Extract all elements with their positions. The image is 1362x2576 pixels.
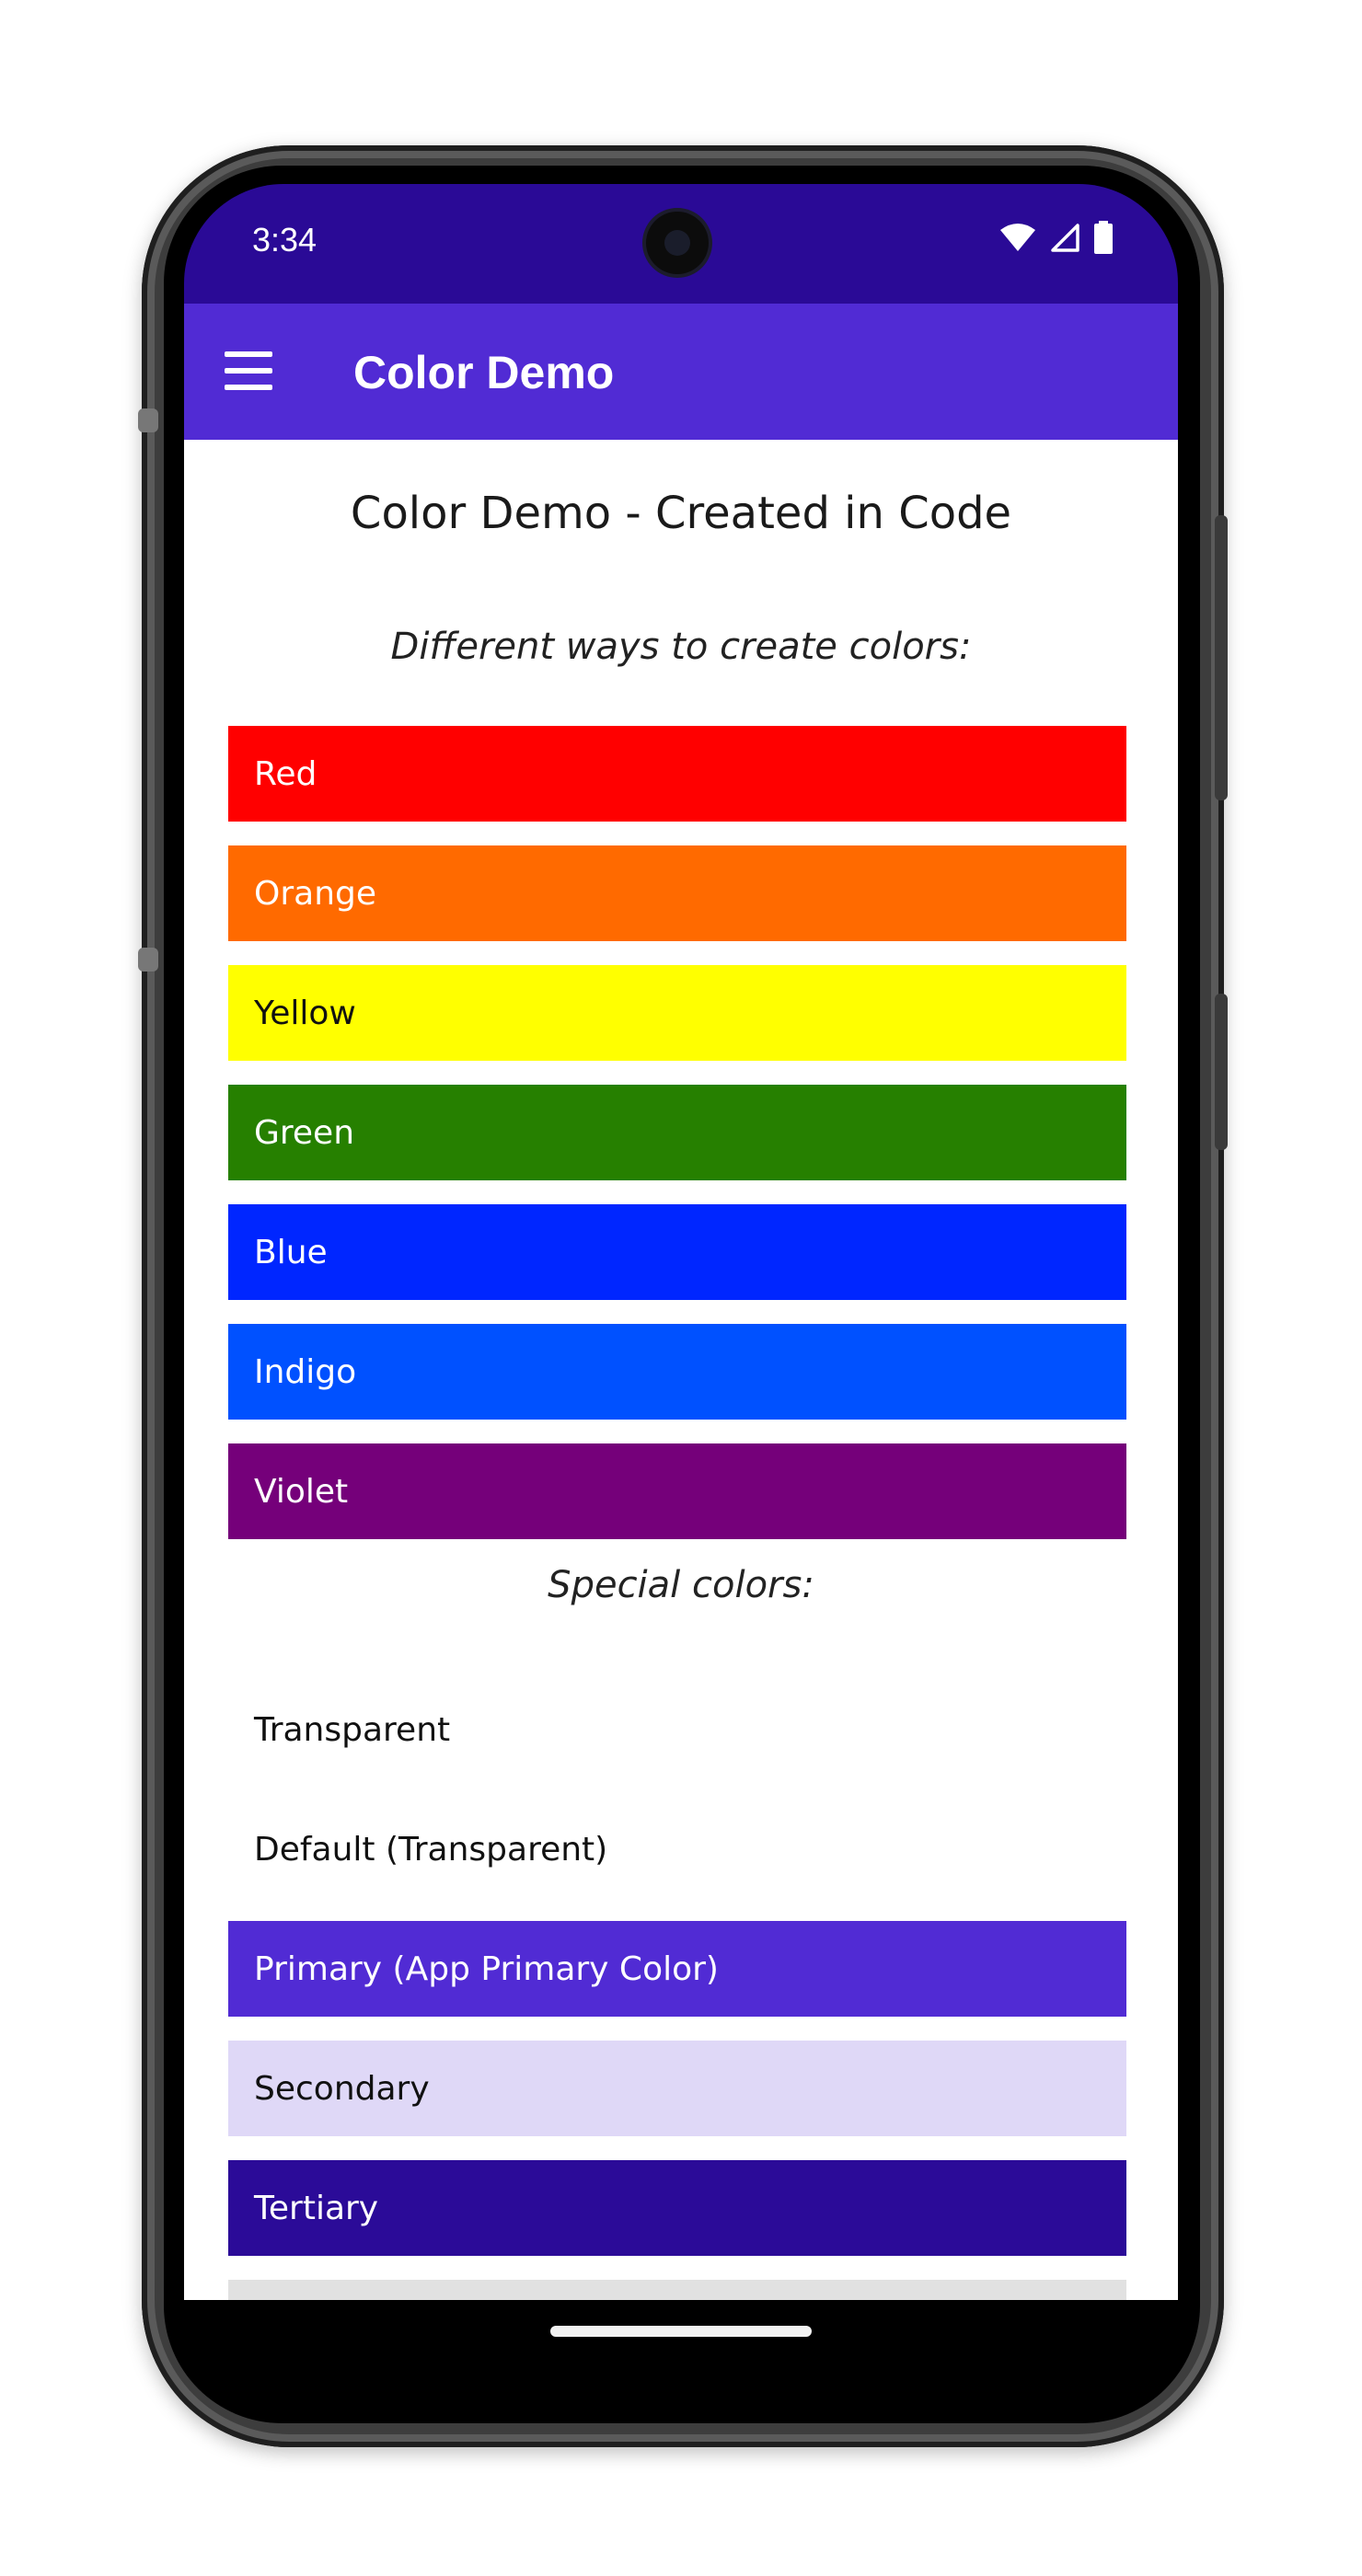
screen-frame: 3:34 Color Demo Color Demo - Created in … bbox=[164, 166, 1200, 2423]
section-heading-special: Special colors: bbox=[548, 1564, 814, 1606]
home-gesture-bar[interactable] bbox=[550, 2326, 812, 2337]
menu-icon[interactable] bbox=[225, 351, 272, 392]
status-time: 3:34 bbox=[252, 221, 317, 259]
swatch-green: Green bbox=[228, 1085, 1126, 1180]
swatch-label: Tertiary bbox=[254, 2189, 379, 2227]
left-side-marker-bottom bbox=[138, 948, 158, 972]
front-camera bbox=[646, 212, 709, 274]
swatch-indigo: Indigo bbox=[228, 1324, 1126, 1420]
swatch-label: Violet bbox=[254, 1472, 349, 1511]
left-side-marker-top bbox=[138, 408, 158, 432]
status-bar: 3:34 bbox=[184, 184, 1178, 304]
status-icons bbox=[999, 221, 1114, 254]
special-swatch-secondary: Secondary bbox=[228, 2041, 1126, 2136]
swatch-red: Red bbox=[228, 726, 1126, 822]
swatch-violet: Violet bbox=[228, 1443, 1126, 1539]
navigation-bar bbox=[184, 2300, 1178, 2401]
section-heading-ways: Different ways to create colors: bbox=[390, 626, 972, 668]
swatch-label: Green bbox=[254, 1113, 355, 1152]
swatch-label: Yellow bbox=[254, 994, 356, 1032]
app-bar: Color Demo bbox=[184, 304, 1178, 440]
page-title: Color Demo - Created in Code bbox=[350, 488, 1012, 539]
swatch-label: Orange bbox=[254, 874, 377, 913]
page-content[interactable]: Color Demo - Created in Code Different w… bbox=[184, 440, 1178, 2300]
swatch-label: Blue bbox=[254, 1233, 328, 1271]
screen: 3:34 Color Demo Color Demo - Created in … bbox=[184, 184, 1178, 2401]
swatch-label: Red bbox=[254, 754, 317, 793]
swatch-blue: Blue bbox=[228, 1204, 1126, 1300]
swatch-yellow: Yellow bbox=[228, 965, 1126, 1061]
signal-icon bbox=[1051, 224, 1079, 252]
volume-button bbox=[1215, 994, 1228, 1150]
swatch-orange: Orange bbox=[228, 845, 1126, 941]
power-button bbox=[1215, 515, 1228, 800]
swatch-label: Indigo bbox=[254, 1352, 357, 1391]
special-swatch-tertiary: Tertiary bbox=[228, 2160, 1126, 2256]
special-swatch-default-transparent: Default (Transparent) bbox=[228, 1801, 1126, 1897]
wifi-icon bbox=[1000, 224, 1035, 251]
special-swatch-transparent: Transparent bbox=[228, 1682, 1126, 1777]
special-swatch-primary-app-primary-color: Primary (App Primary Color) bbox=[228, 1921, 1126, 2017]
battery-icon bbox=[1094, 221, 1113, 254]
swatch-label: Secondary bbox=[254, 2069, 430, 2108]
app-title: Color Demo bbox=[353, 347, 615, 398]
swatch-label: Transparent bbox=[254, 1710, 451, 1749]
swatch-label: Default (Transparent) bbox=[254, 1830, 608, 1869]
special-swatch-blank bbox=[228, 2280, 1126, 2300]
swatch-label: Primary (App Primary Color) bbox=[254, 1949, 719, 1988]
